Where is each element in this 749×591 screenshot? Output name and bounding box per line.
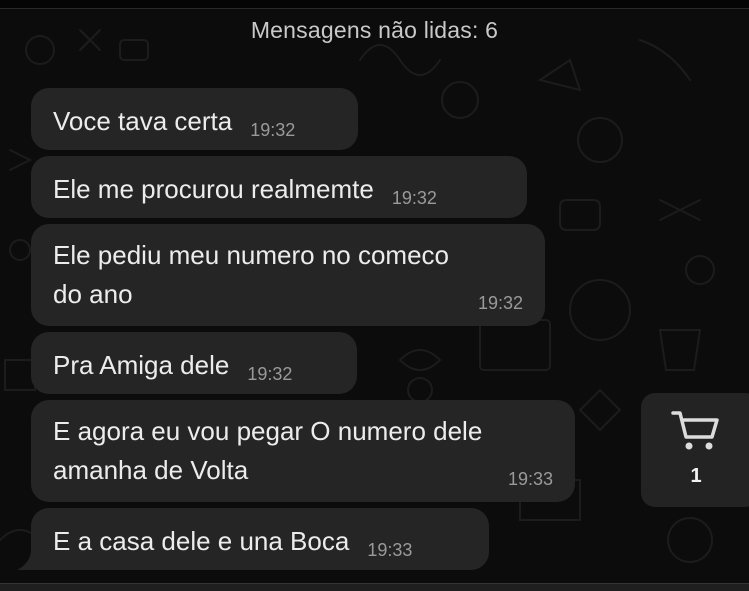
message-bubble[interactable]: E agora eu vou pegar O numero dele amanh… [31, 400, 575, 502]
message-time: 19:32 [477, 293, 523, 313]
message-text-line: Ele pediu meu numero no comeco [53, 240, 450, 270]
message-text: E a casa dele e una Boca [53, 526, 350, 557]
message-time: 19:32 [391, 188, 437, 208]
message-text: Voce tava certa [53, 106, 233, 137]
cart-button[interactable]: 1 [641, 393, 749, 507]
top-edge [0, 0, 749, 9]
message-bubble[interactable]: Ele me procurou realmemte 19:32 [31, 156, 527, 218]
message-time: 19:33 [367, 540, 413, 560]
message-bubble[interactable]: Ele pediu meu numero no comeco do ano 19… [31, 224, 545, 326]
message-bubble[interactable]: E a casa dele e una Boca 19:33 [31, 508, 489, 570]
message-tail [17, 552, 39, 570]
message-time: 19:32 [250, 120, 296, 140]
message-bubble[interactable]: Voce tava certa 19:32 [31, 88, 358, 150]
chat-screen: Mensagens não lidas: 6 Voce tava certa 19… [0, 0, 749, 591]
message-time: 19:32 [247, 364, 293, 384]
cart-icon [671, 411, 719, 450]
message-text-line: E agora eu vou pegar O numero dele [53, 416, 483, 446]
cart-count-badge: 1 [690, 465, 702, 487]
message-time: 19:33 [507, 469, 553, 489]
message-bubble[interactable]: Pra Amiga dele 19:32 [31, 332, 357, 394]
unread-messages-banner: Mensagens não lidas: 6 [250, 17, 499, 43]
message-text-line: do ano [53, 279, 133, 309]
input-bar-edge [0, 583, 749, 591]
message-text: Pra Amiga dele [53, 350, 230, 381]
message-text-line: amanha de Volta [53, 455, 249, 485]
message-text: Ele me procurou realmemte [53, 174, 374, 205]
